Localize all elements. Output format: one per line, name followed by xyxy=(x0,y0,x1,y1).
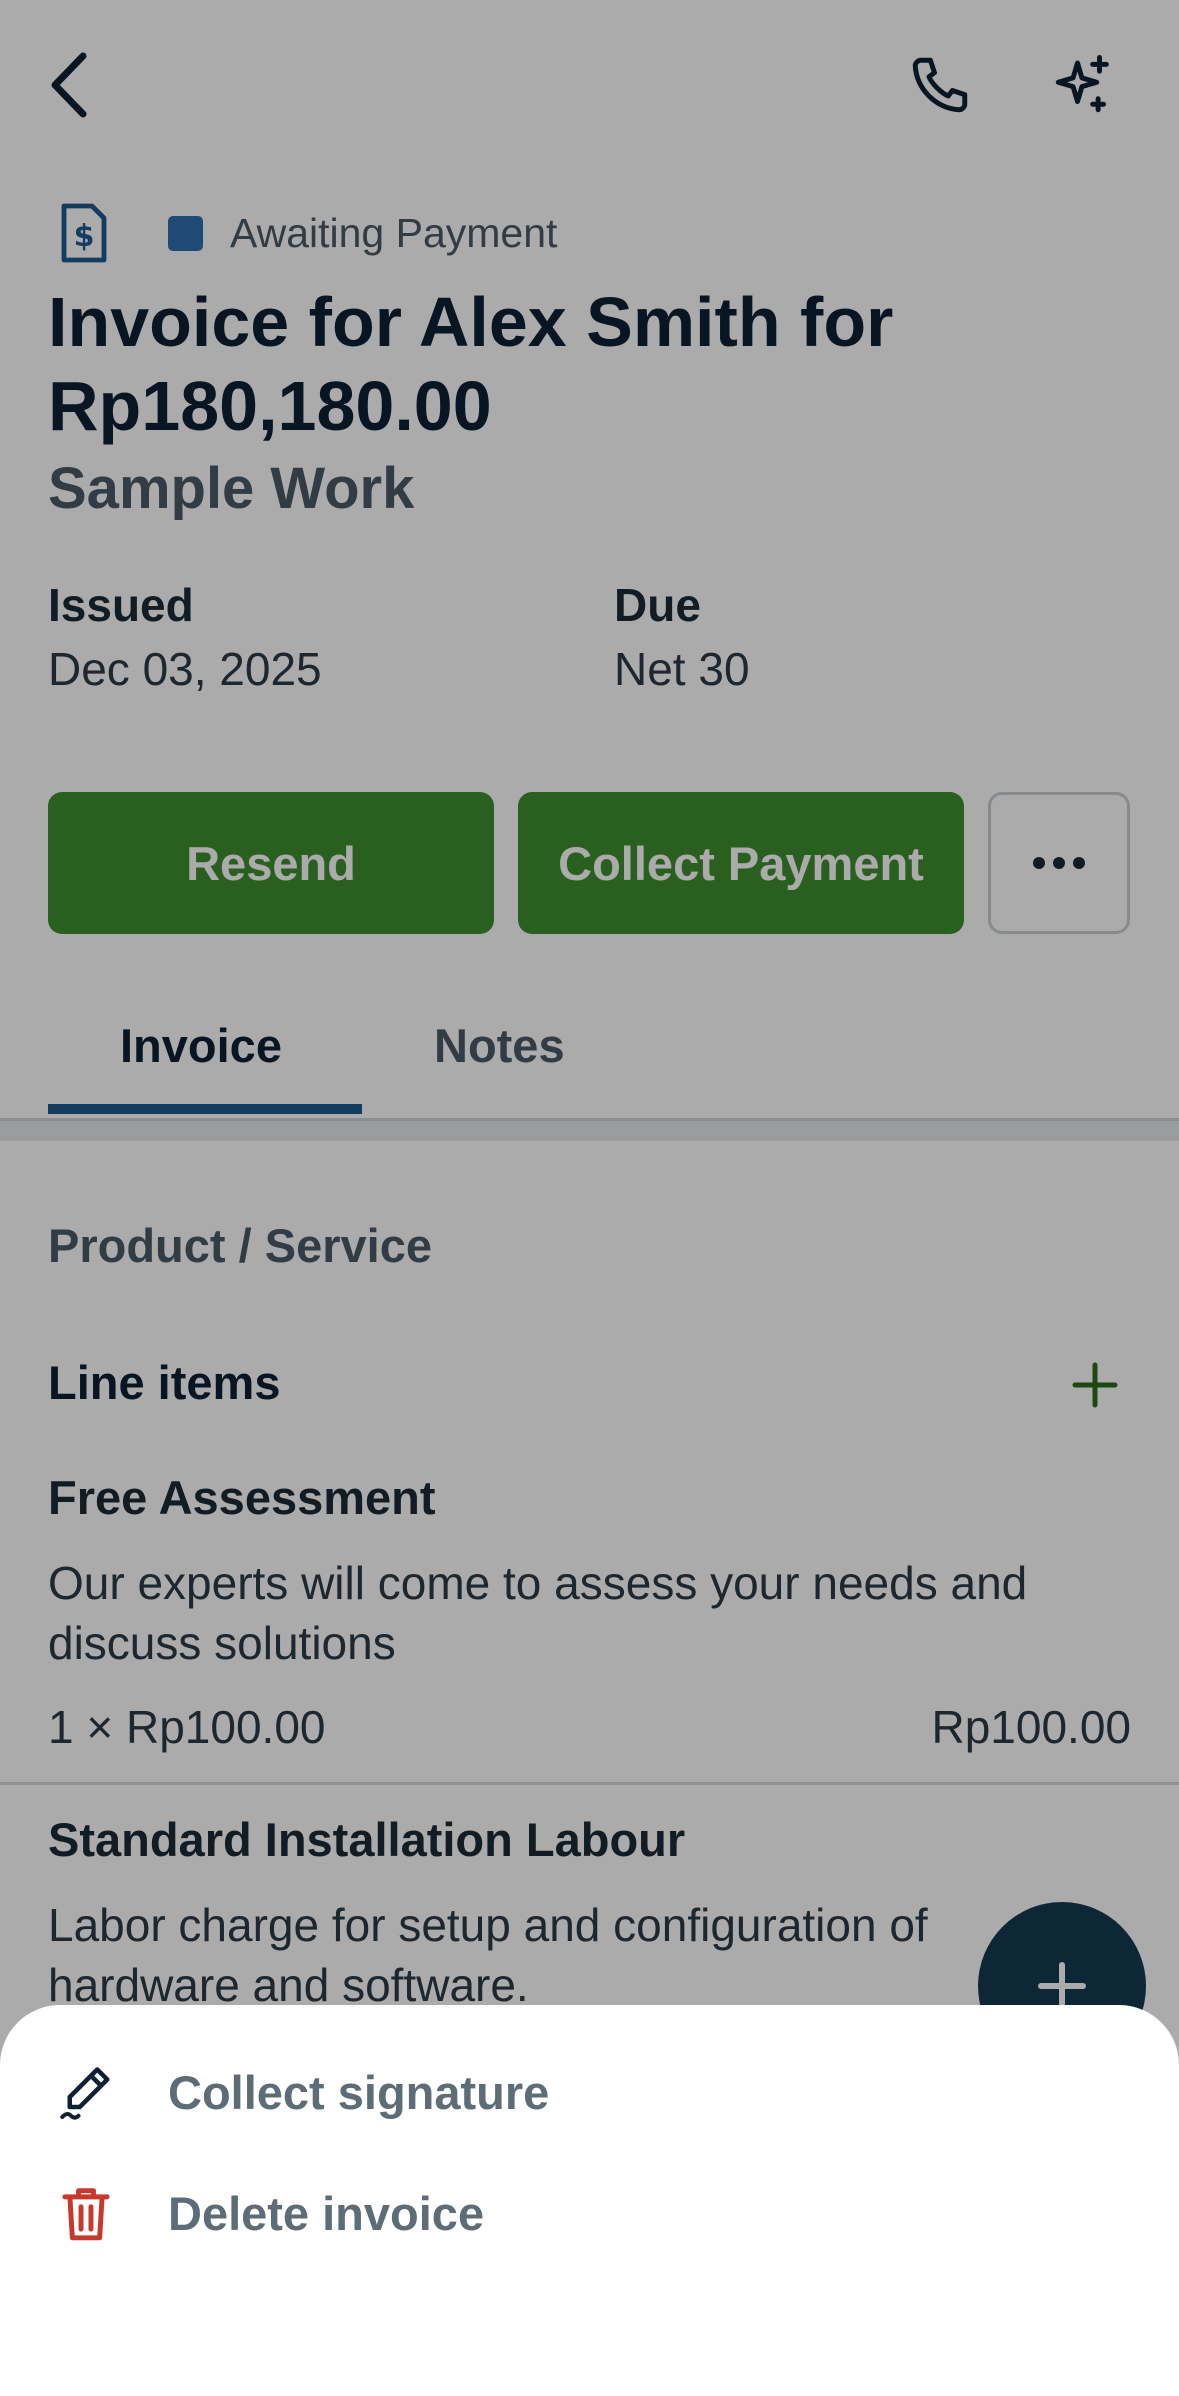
delete-invoice-label: Delete invoice xyxy=(168,2186,485,2240)
trash-icon xyxy=(52,2179,120,2247)
collect-signature-label: Collect signature xyxy=(168,2065,550,2119)
delete-invoice-option[interactable]: Delete invoice xyxy=(0,2158,1179,2268)
collect-signature-option[interactable]: Collect signature xyxy=(0,2037,1179,2147)
action-bottom-sheet: Collect signature Delete invoice xyxy=(0,2005,1179,2396)
pen-signature-icon xyxy=(52,2058,120,2126)
